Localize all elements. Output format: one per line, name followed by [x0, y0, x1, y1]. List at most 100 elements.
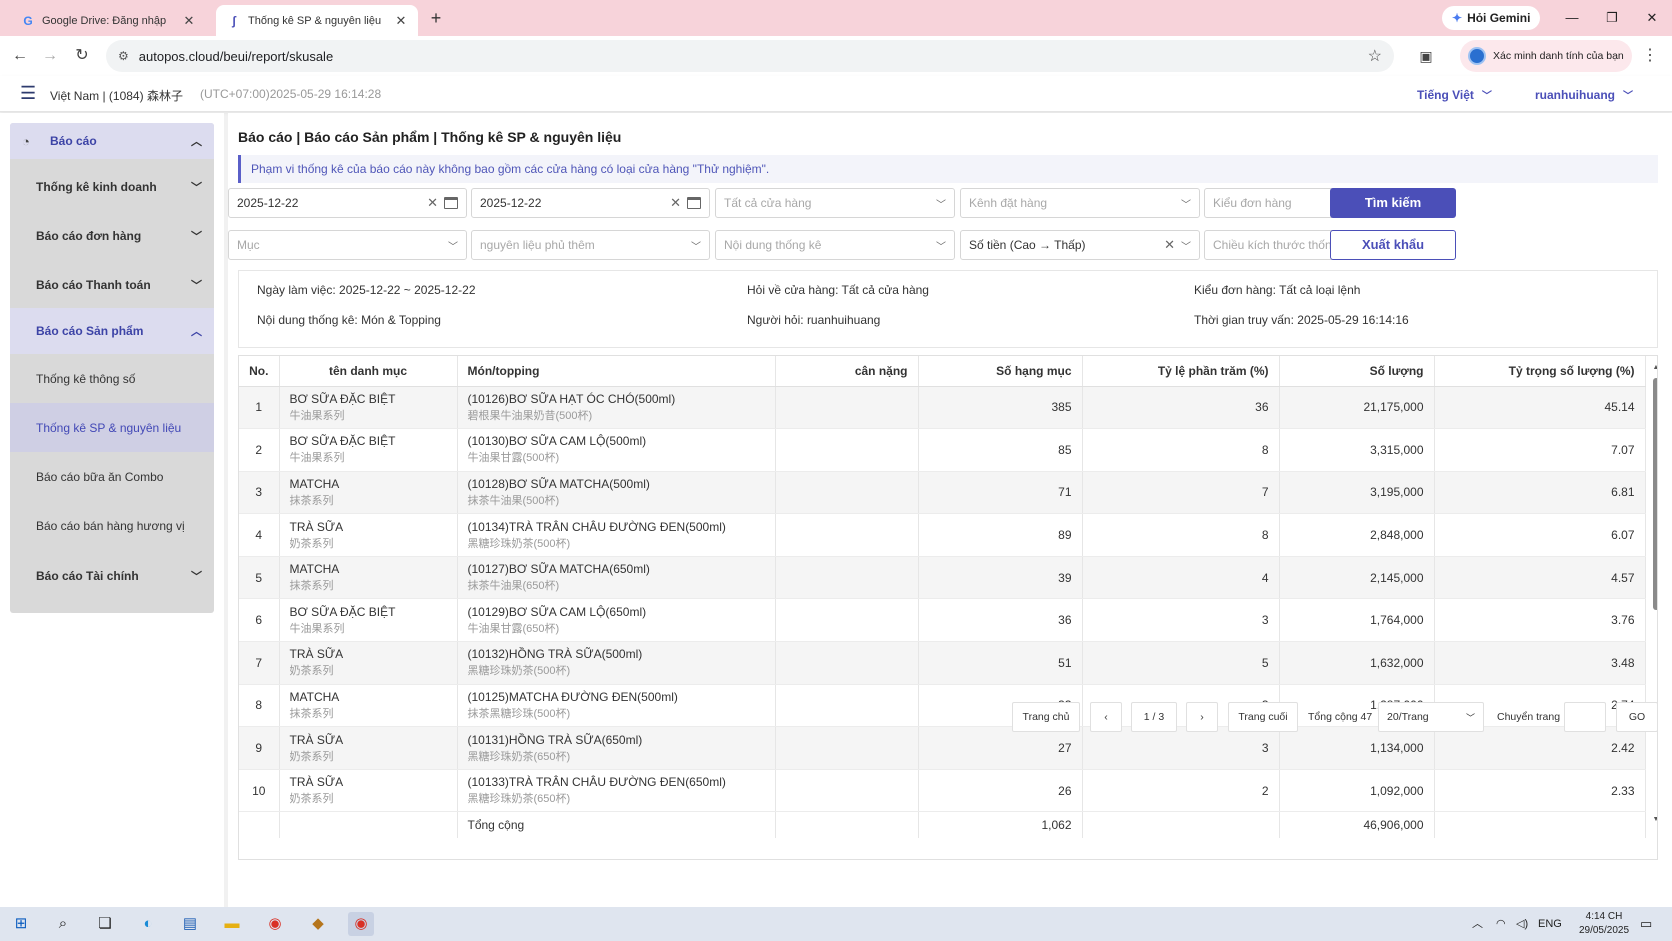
reload-icon[interactable]: ↻ [70, 44, 94, 68]
sidebar-item-payment-report[interactable]: Báo cáo Thanh toán ﹀ [10, 259, 214, 311]
sidebar-item-product-material-stats[interactable]: Thống kê SP & nguyên liệu [10, 403, 214, 452]
go-button[interactable]: GO [1616, 702, 1658, 732]
cell-category: MATCHA 抹茶系列 [279, 556, 458, 600]
category-placeholder: Mục [237, 238, 260, 252]
prev-page-button[interactable]: ‹ [1090, 702, 1122, 732]
sidebar-item-flavor-report[interactable]: Báo cáo bán hàng hương vị [10, 501, 214, 550]
browser-menu-icon[interactable]: ⋮ [1640, 44, 1660, 68]
jump-page-input[interactable] [1564, 702, 1606, 732]
table-row: 7 TRÀ SỮA 奶茶系列 (10132)HỒNG TRÀ SỮA(500ml) 黑糖… [239, 641, 1646, 685]
report-table-container[interactable]: No. tên danh mục Món/topping cân nặng Số… [238, 355, 1658, 860]
cell-item-count: 89 [918, 513, 1083, 557]
calendar-icon[interactable] [687, 197, 701, 209]
calendar-icon[interactable] [444, 197, 458, 209]
last-page-button[interactable]: Trang cuối [1228, 702, 1298, 732]
first-page-button[interactable]: Trang chủ [1012, 702, 1080, 732]
notification-icon[interactable]: ▭ [1640, 907, 1652, 941]
order-channel-select[interactable]: Kênh đặt hàng ﹀ [960, 188, 1200, 218]
tray-chevron-up-icon[interactable]: ︿ [1472, 907, 1483, 941]
sidebar-item-parameter-stats[interactable]: Thống kê thông số [10, 354, 214, 403]
windows-start-icon[interactable]: ⊞ [8, 912, 34, 936]
clear-icon[interactable]: ✕ [1164, 237, 1175, 253]
language-selector[interactable]: Tiếng Việt ﹀ [1417, 87, 1492, 102]
back-icon[interactable]: ← [8, 44, 32, 68]
site-settings-icon[interactable]: ⚙ [118, 49, 129, 63]
cell-quantity-share: 4.57 [1434, 556, 1646, 600]
cell-no: 2 [239, 428, 280, 472]
stats-content-select[interactable]: Nội dung thống kê ﹀ [715, 230, 955, 260]
wifi-icon[interactable]: ◠ [1496, 907, 1506, 941]
file-explorer-icon[interactable]: ▬ [219, 912, 245, 936]
col-header-no: No. [239, 356, 280, 387]
search-icon[interactable]: ⌕ [50, 912, 76, 936]
sidebar-item-combo-report[interactable]: Báo cáo bữa ăn Combo [10, 452, 214, 501]
store-select[interactable]: Tất cả cửa hàng ﹀ [715, 188, 955, 218]
cell-empty [239, 811, 280, 838]
cell-percent: 4 [1082, 556, 1280, 600]
sidebar-item-finance-report[interactable]: Báo cáo Tài chính ﹀ [10, 550, 214, 602]
scroll-down-icon[interactable]: ▼ [1652, 816, 1657, 823]
clock-time: 4:14 CH [1585, 911, 1623, 922]
item-name: (10127)BƠ SỮA MATCHA(650ml) [467, 562, 650, 577]
clear-icon[interactable]: ✕ [427, 195, 438, 211]
task-view-icon[interactable]: ❏ [92, 912, 118, 936]
scrollbar-thumb[interactable] [1653, 378, 1657, 610]
verify-label: Xác minh danh tính của bạn [1493, 50, 1624, 62]
new-tab-icon[interactable]: + [424, 8, 448, 30]
start-date-picker[interactable]: 2025-12-22 ✕ [228, 188, 467, 218]
scroll-up-icon[interactable]: ▲ [1652, 364, 1657, 371]
sort-select[interactable]: Số tiền (Cao → Thấp) ✕ ﹀ [960, 230, 1200, 260]
chevron-down-icon: ﹀ [191, 231, 202, 243]
sidebar-item-order-report[interactable]: Báo cáo đơn hàng ﹀ [10, 210, 214, 262]
addon-placeholder: nguyên liệu phủ thêm [480, 238, 595, 252]
edge-icon[interactable]: ◐ [135, 912, 161, 936]
address-bar[interactable]: ⚙ autopos.cloud/beui/report/skusale ☆ [106, 40, 1394, 72]
forward-icon[interactable]: → [38, 44, 62, 68]
search-button[interactable]: Tìm kiếm [1330, 188, 1456, 218]
cell-no: 1 [239, 386, 280, 430]
next-page-button[interactable]: › [1186, 702, 1218, 732]
store-info-label: Hỏi về cửa hàng: [747, 283, 839, 297]
store-app-icon[interactable]: ▤ [177, 912, 203, 936]
export-button[interactable]: Xuất khẩu [1330, 230, 1456, 260]
sidebar-item-product-report[interactable]: Báo cáo Sản phẩm ︿ [10, 308, 214, 354]
table-row: 2 BƠ SỮA ĐẶC BIỆT 牛油果系列 (10130)BƠ SỮA CAM L… [239, 428, 1646, 472]
gemini-button[interactable]: ✦ Hỏi Gemini [1442, 6, 1541, 30]
addon-select[interactable]: nguyên liệu phủ thêm ﹀ [471, 230, 710, 260]
app-icon[interactable]: ◆ [305, 912, 331, 936]
clear-icon[interactable]: ✕ [670, 195, 681, 211]
col-header-item-count: Số hạng mục [918, 356, 1083, 387]
chrome-active-icon[interactable]: ◉ [348, 912, 374, 936]
category-select[interactable]: Mục ﹀ [228, 230, 467, 260]
order-channel-placeholder: Kênh đặt hàng [969, 196, 1048, 210]
sidebar-item-business-stats[interactable]: Thống kê kinh doanh ﹀ [10, 161, 214, 213]
clock[interactable]: 4:14 CH 29/05/2025 [1576, 910, 1632, 938]
col-header-quantity: Số lượng [1279, 356, 1435, 387]
table-row: 3 MATCHA 抹茶系列 (10128)BƠ SỮA MATCHA(500ml) 抹茶… [239, 471, 1646, 515]
tab-active-report[interactable]: ʃ Thống kê SP & nguyên liệu ✕ [216, 5, 418, 36]
restore-icon[interactable]: ❐ [1592, 6, 1632, 30]
bookmark-star-icon[interactable]: ☆ [1368, 46, 1382, 66]
asker-label: Người hỏi: [747, 313, 804, 327]
side-panel-icon[interactable]: ▣ [1414, 44, 1438, 68]
tab-google-drive[interactable]: G Google Drive: Đăng nhập ✕ [10, 5, 206, 36]
input-language[interactable]: ENG [1538, 907, 1562, 941]
report-icon: ◔ [22, 133, 30, 149]
sidebar-item-reports[interactable]: ◔ Báo cáo ︿ [10, 123, 214, 159]
volume-icon[interactable]: ◁) [1516, 907, 1528, 941]
chrome-icon[interactable]: ◉ [262, 912, 288, 936]
verify-identity-button[interactable]: Xác minh danh tính của bạn [1460, 40, 1632, 72]
category-subname: 抹茶系列 [289, 707, 334, 720]
close-tab-icon[interactable]: ✕ [394, 13, 408, 29]
minimize-icon[interactable]: — [1552, 6, 1592, 30]
close-window-icon[interactable]: ✕ [1632, 6, 1672, 30]
end-date-picker[interactable]: 2025-12-22 ✕ [471, 188, 710, 218]
table-scrollbar[interactable]: ▲ ▼ [1652, 364, 1657, 826]
cell-item-count: 26 [918, 769, 1083, 813]
page-size-select[interactable]: 20/Trang ﹀ [1378, 702, 1484, 732]
total-count: Tổng cộng 47 [1308, 711, 1373, 723]
hamburger-menu-icon[interactable]: ☰ [20, 84, 38, 102]
user-menu[interactable]: ruanhuihuang ﹀ [1535, 87, 1633, 102]
cell-percent: 2 [1082, 769, 1280, 813]
close-tab-icon[interactable]: ✕ [182, 13, 196, 29]
